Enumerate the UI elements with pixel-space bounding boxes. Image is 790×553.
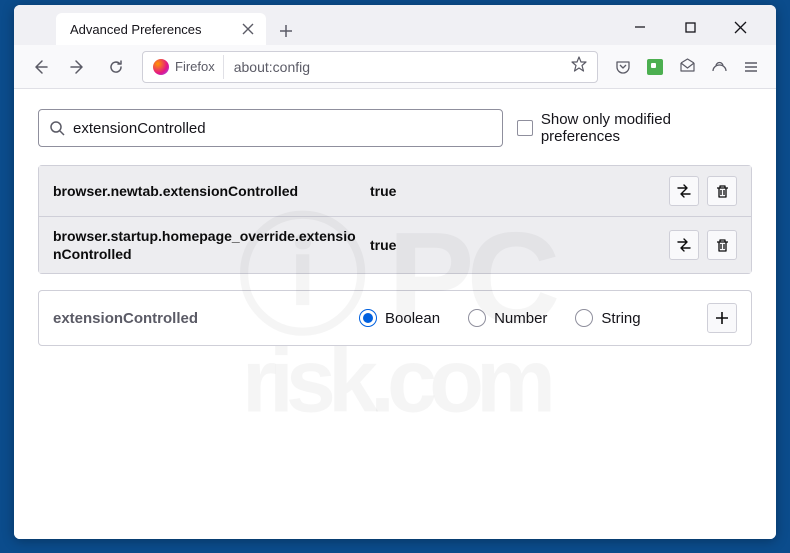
plus-icon (279, 24, 293, 38)
close-icon (734, 21, 747, 34)
pref-name: browser.startup.homepage_override.extens… (53, 227, 358, 263)
new-pref-name: extensionControlled (53, 310, 343, 327)
minimize-button[interactable] (622, 13, 658, 41)
pref-actions (669, 176, 737, 206)
account-icon (711, 58, 728, 75)
radio-label: Number (494, 310, 547, 327)
toggle-icon (676, 237, 692, 253)
search-icon (49, 120, 65, 136)
maximize-button[interactable] (672, 13, 708, 41)
pocket-button[interactable] (608, 52, 638, 82)
account-button[interactable] (704, 52, 734, 82)
browser-window: Advanced Preferences (14, 5, 776, 539)
trash-icon (715, 238, 730, 253)
radio-label: Boolean (385, 310, 440, 327)
minimize-icon (634, 21, 646, 33)
search-row: Show only modified preferences (38, 109, 752, 147)
firefox-icon (153, 59, 169, 75)
pref-search-input[interactable] (73, 120, 492, 137)
star-icon (571, 56, 587, 72)
show-modified-checkbox[interactable]: Show only modified preferences (517, 111, 752, 145)
radio-label: String (601, 310, 640, 327)
pocket-icon (615, 59, 631, 75)
pref-actions (669, 230, 737, 260)
show-modified-label: Show only modified preferences (541, 111, 752, 145)
arrow-left-icon (32, 59, 48, 75)
checkbox-icon (517, 120, 533, 136)
inbox-button[interactable] (672, 52, 702, 82)
tab-strip: Advanced Preferences (14, 5, 776, 45)
plus-icon (715, 311, 729, 325)
toggle-button[interactable] (669, 176, 699, 206)
nav-bar: Firefox about:config (14, 45, 776, 89)
close-tab-button[interactable] (240, 21, 256, 37)
pref-search-box[interactable] (38, 109, 503, 147)
tab-title: Advanced Preferences (70, 22, 202, 37)
radio-icon (359, 309, 377, 327)
new-tab-button[interactable] (272, 17, 300, 45)
new-pref-row: extensionControlled Boolean Number Strin… (38, 290, 752, 346)
close-icon (242, 23, 254, 35)
url-text: about:config (224, 59, 310, 75)
close-window-button[interactable] (722, 13, 758, 41)
delete-button[interactable] (707, 176, 737, 206)
radio-icon (575, 309, 593, 327)
extension-icon (647, 59, 663, 75)
extension-button[interactable] (640, 52, 670, 82)
toolbar-icons (608, 52, 766, 82)
add-pref-button[interactable] (707, 303, 737, 333)
window-controls (622, 13, 768, 41)
identity-label: Firefox (175, 59, 215, 74)
url-bar[interactable]: Firefox about:config (142, 51, 598, 83)
tab-advanced-preferences[interactable]: Advanced Preferences (56, 13, 266, 45)
inbox-icon (679, 58, 696, 75)
about-config-content: Show only modified preferences browser.n… (14, 89, 776, 539)
toggle-icon (676, 183, 692, 199)
reload-icon (108, 59, 124, 75)
maximize-icon (685, 22, 696, 33)
type-radio-group: Boolean Number String (359, 309, 691, 327)
arrow-right-icon (70, 59, 86, 75)
radio-string[interactable]: String (575, 309, 640, 327)
menu-button[interactable] (736, 52, 766, 82)
pref-value: true (370, 237, 657, 253)
forward-button[interactable] (62, 51, 94, 83)
pref-value: true (370, 183, 657, 199)
bookmark-button[interactable] (567, 56, 591, 77)
pref-name: browser.newtab.extensionControlled (53, 182, 358, 200)
trash-icon (715, 184, 730, 199)
toggle-button[interactable] (669, 230, 699, 260)
back-button[interactable] (24, 51, 56, 83)
reload-button[interactable] (100, 51, 132, 83)
pref-row[interactable]: browser.newtab.extensionControlled true (39, 166, 751, 216)
pref-row[interactable]: browser.startup.homepage_override.extens… (39, 216, 751, 273)
delete-button[interactable] (707, 230, 737, 260)
radio-boolean[interactable]: Boolean (359, 309, 440, 327)
radio-number[interactable]: Number (468, 309, 547, 327)
hamburger-icon (743, 59, 759, 75)
radio-icon (468, 309, 486, 327)
url-identity[interactable]: Firefox (149, 55, 224, 79)
pref-list: browser.newtab.extensionControlled true … (38, 165, 752, 274)
